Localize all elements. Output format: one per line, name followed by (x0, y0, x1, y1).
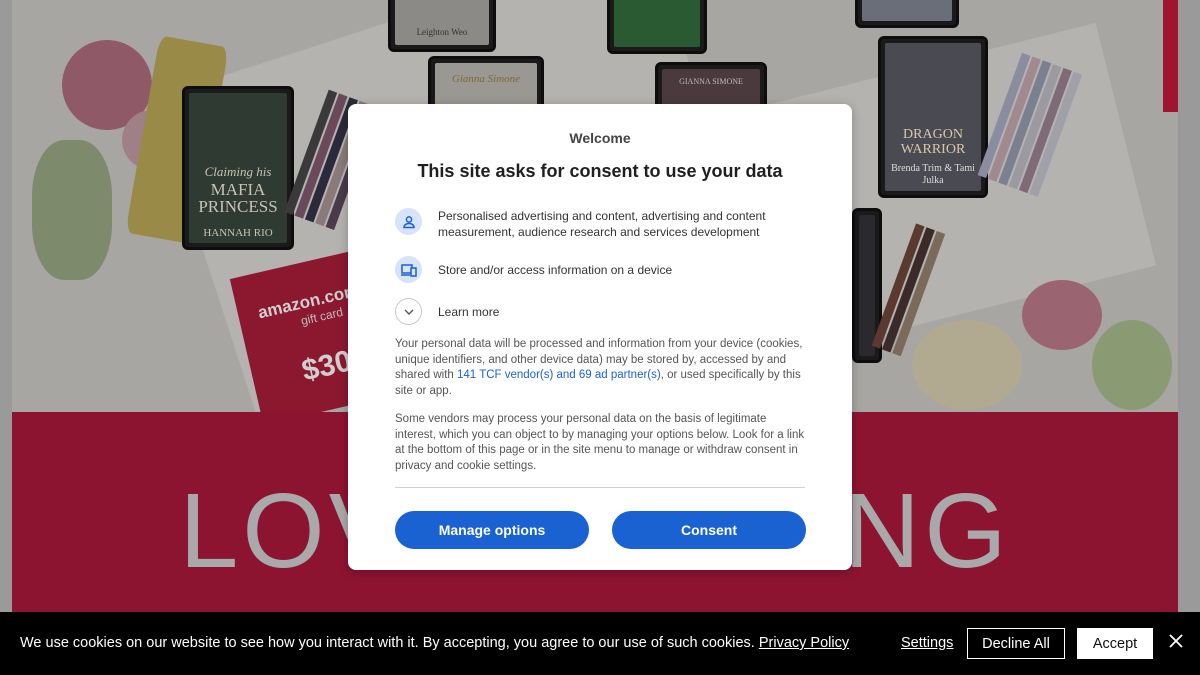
book-author: GIANNA SIMONE (679, 77, 743, 86)
cookie-notice-text: We use cookies on our website to see how… (20, 635, 755, 651)
page-frame-right (1178, 0, 1200, 675)
legitimate-interest-paragraph: Some vendors may process your personal d… (395, 413, 805, 472)
decline-all-button[interactable]: Decline All (967, 628, 1065, 659)
book-green (607, 0, 707, 54)
purpose-text: Personalised advertising and content, ad… (438, 209, 766, 239)
close-icon[interactable] (1166, 631, 1186, 651)
consent-button[interactable]: Consent (612, 511, 806, 549)
cookie-bar: We use cookies on our website to see how… (0, 612, 1200, 675)
devices-icon (395, 256, 422, 283)
flower-decoration (32, 140, 112, 280)
flower-decoration (912, 320, 1022, 410)
book-title: DRAGON WARRIOR (900, 127, 966, 157)
vendors-link[interactable]: 141 TCF vendor(s) and 69 ad partner(s) (457, 369, 661, 381)
manage-options-button[interactable]: Manage options (395, 511, 589, 549)
book-subtitle: MAFIA PRINCESS (198, 180, 278, 216)
consent-dialog: Welcome This site asks for consent to us… (348, 104, 852, 570)
cookie-notice: We use cookies on our website to see how… (20, 635, 849, 651)
dialog-title: This site asks for consent to use your d… (417, 161, 783, 181)
data-processing-paragraph: Your personal data will be processed and… (395, 337, 805, 399)
privacy-policy-link[interactable]: Privacy Policy (759, 635, 849, 651)
book-author: Leighton Weo (416, 27, 468, 37)
accept-button[interactable]: Accept (1077, 628, 1153, 659)
purpose-store-access: Store and/or access information on a dev… (395, 256, 815, 283)
flower-decoration (1092, 320, 1172, 410)
learn-more-toggle[interactable]: Learn more (395, 298, 815, 325)
page-frame-left (0, 0, 12, 675)
dialog-welcome: Welcome (569, 130, 631, 146)
book-author: HANNAH RIO (203, 227, 273, 239)
book-author: Gianna Simone (451, 73, 521, 85)
gift-card-amount: $30 (298, 344, 356, 388)
page-accent-red (1163, 0, 1178, 112)
book-top-right (855, 0, 959, 28)
chevron-down-icon (395, 298, 422, 325)
book-mafia-princess: Claiming his MAFIA PRINCESS HANNAH RIO (182, 86, 294, 250)
book-title: Claiming his (204, 164, 272, 179)
purpose-personalised-ads: Personalised advertising and content, ad… (395, 208, 815, 240)
dialog-divider (395, 487, 805, 488)
cookie-settings-link[interactable]: Settings (901, 635, 953, 651)
learn-more-label: Learn more (438, 305, 500, 319)
purpose-text: Store and/or access information on a dev… (438, 263, 673, 277)
person-icon (395, 208, 422, 235)
book-dragon-warrior: DRAGON WARRIOR Brenda Trim & Tami Julka (878, 36, 988, 198)
flower-decoration (1022, 280, 1102, 350)
book-leighton-weo: Leighton Weo (388, 0, 496, 52)
book-author: Brenda Trim & Tami Julka (891, 163, 975, 186)
